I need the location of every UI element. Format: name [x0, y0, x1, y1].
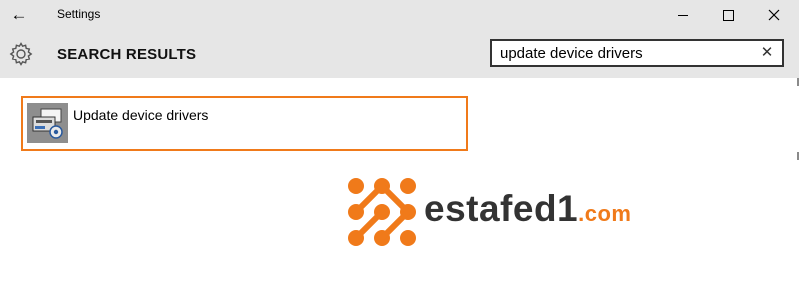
- back-button[interactable]: ←: [6, 3, 32, 27]
- clear-x-icon[interactable]: ✕: [758, 44, 776, 62]
- minimize-icon: [678, 14, 688, 16]
- settings-header: SEARCH RESULTS ✕: [0, 30, 799, 78]
- device-manager-icon: [27, 103, 68, 143]
- search-input[interactable]: [500, 41, 750, 65]
- watermark-name: estafed1: [424, 188, 579, 229]
- logo-dots-icon: [348, 178, 416, 246]
- close-icon: [768, 9, 780, 21]
- minimize-button[interactable]: [660, 0, 706, 30]
- page-title: SEARCH RESULTS: [57, 46, 197, 63]
- search-box[interactable]: ✕: [490, 39, 784, 67]
- gear-icon: [9, 42, 33, 66]
- watermark-logo: estafed1.com: [346, 176, 646, 248]
- maximize-icon: [722, 9, 734, 21]
- watermark-text: estafed1.com: [424, 188, 632, 230]
- close-button[interactable]: [751, 0, 797, 30]
- result-label: Update device drivers: [73, 107, 209, 123]
- maximize-button[interactable]: [705, 0, 751, 30]
- arrow-left-icon: ←: [10, 5, 28, 24]
- app-title: Settings: [57, 7, 101, 21]
- search-result-item[interactable]: Update device drivers: [21, 96, 468, 151]
- watermark-suffix: .com: [578, 201, 632, 226]
- title-bar: ← Settings: [0, 0, 799, 30]
